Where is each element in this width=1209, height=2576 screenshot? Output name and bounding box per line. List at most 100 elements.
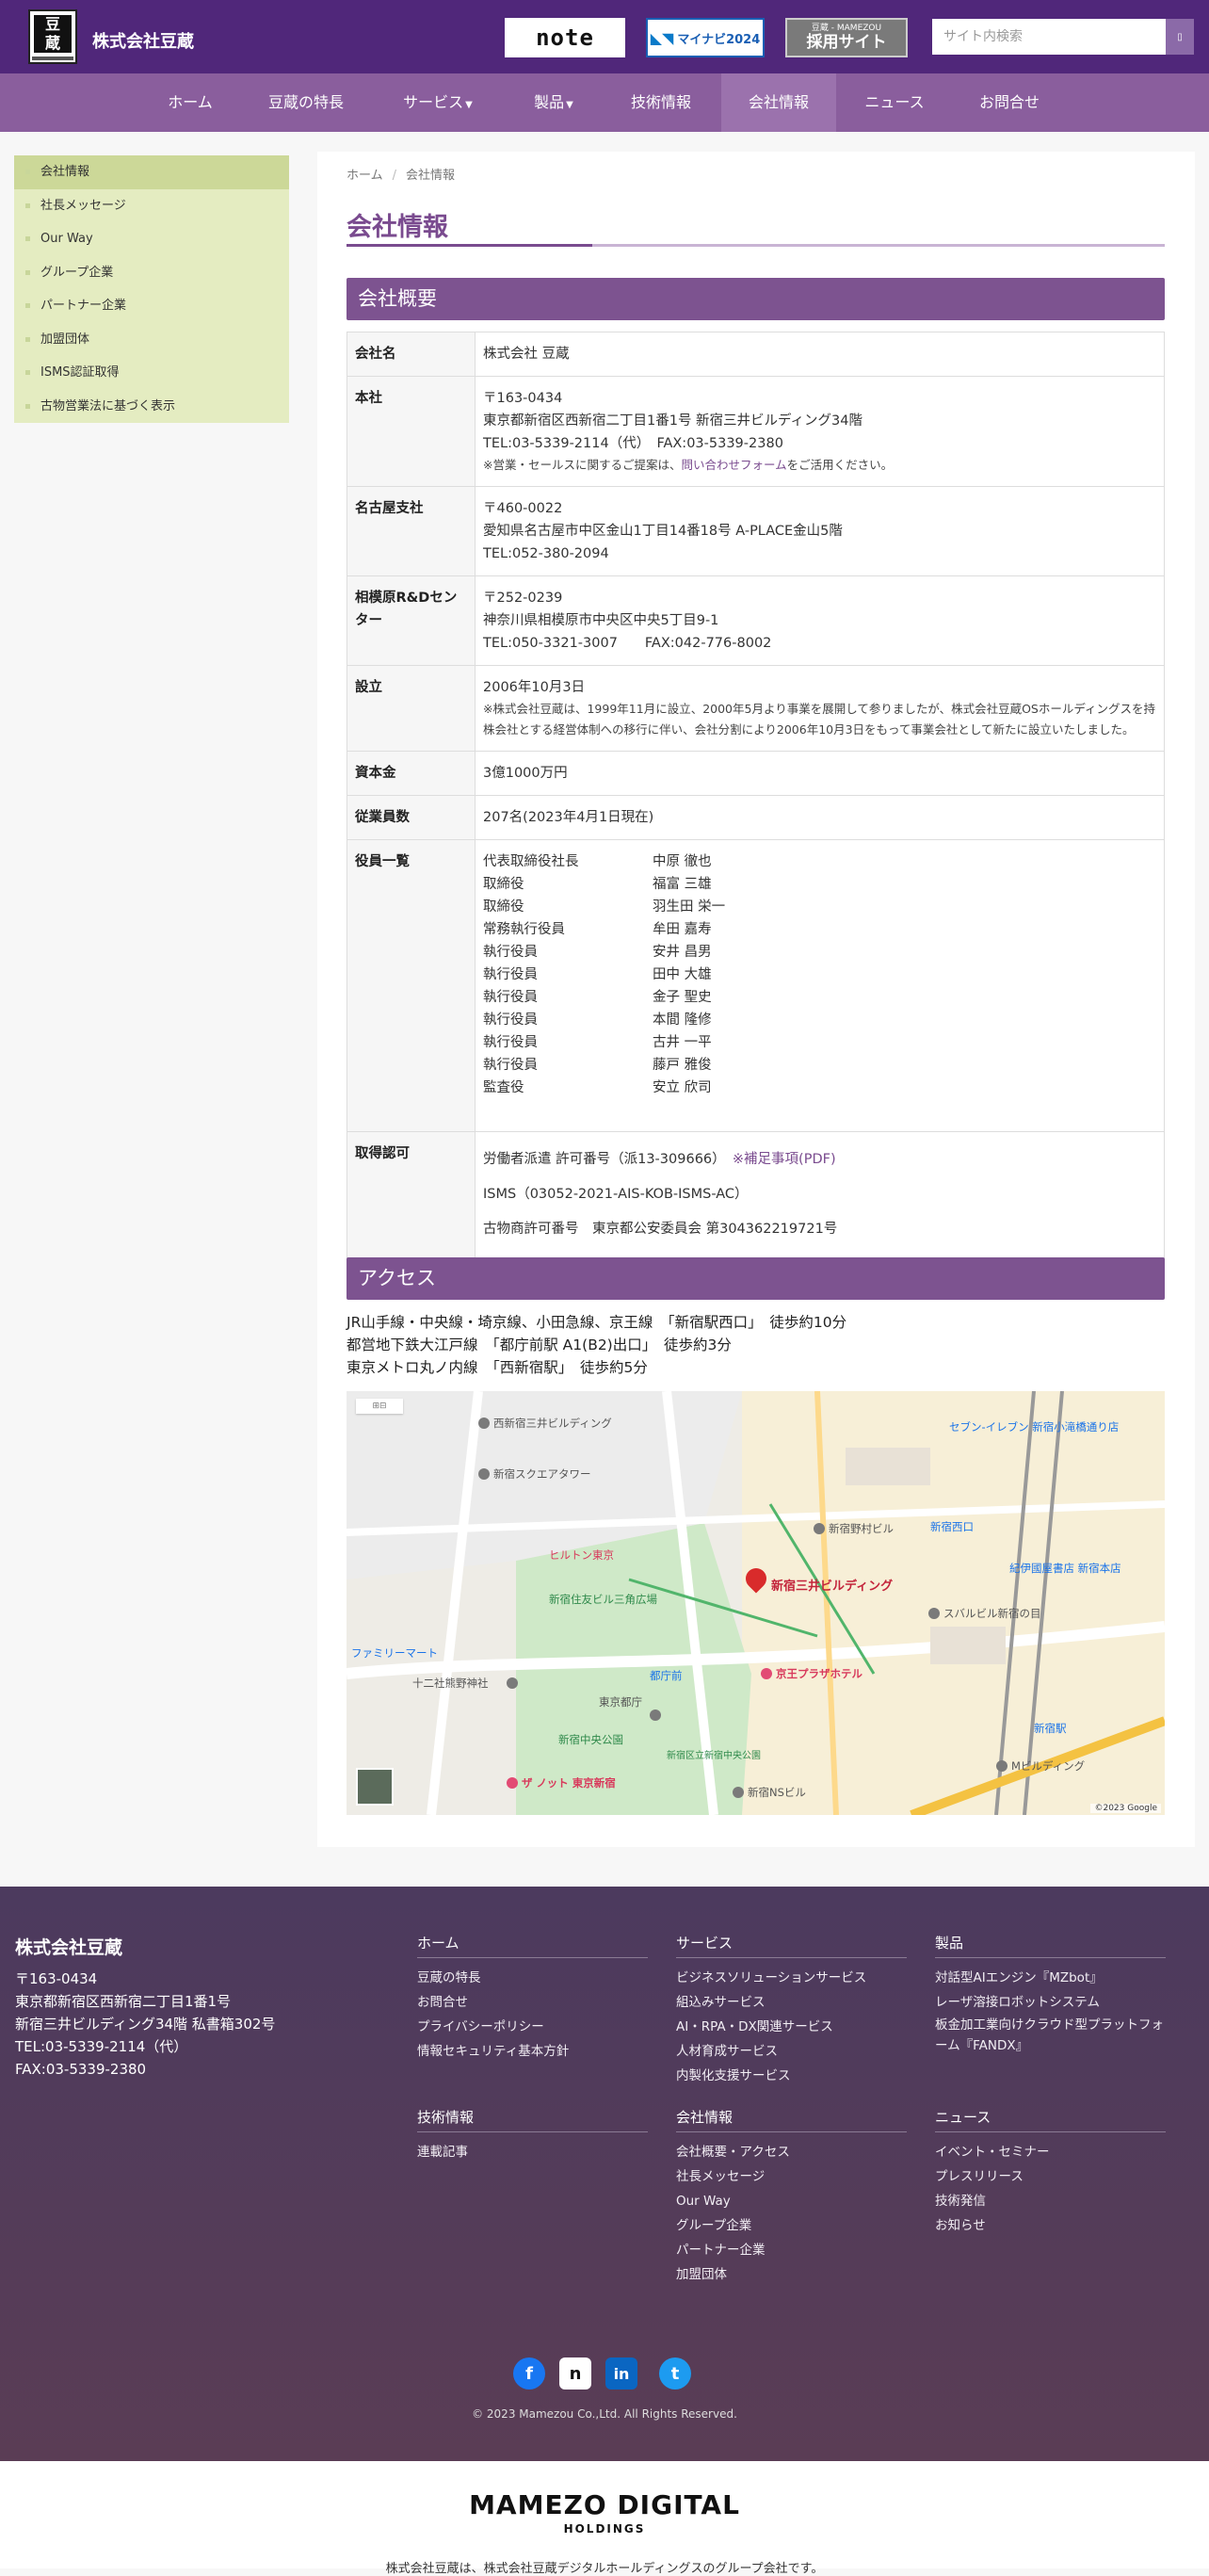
nav-tech[interactable]: 技術情報 (614, 73, 708, 132)
footer-link[interactable]: 社長メッセージ (676, 2164, 907, 2189)
map-poi-icon (928, 1608, 940, 1619)
company-logo[interactable]: 豆蔵 (28, 9, 77, 64)
officer-role: 取締役 (483, 877, 524, 892)
sidebar-item-company[interactable]: 会社情報 (14, 155, 289, 189)
footer-address-line: FAX:03-5339-2380 (15, 2061, 147, 2078)
nav-news[interactable]: ニュース (847, 73, 942, 132)
footer-link[interactable]: プライバシーポリシー (417, 2015, 648, 2039)
footer-col-head[interactable]: 技術情報 (417, 2107, 648, 2132)
footer-link[interactable]: ビジネスソリューションサービス (676, 1966, 907, 1990)
nav-contact[interactable]: お問合せ (962, 73, 1056, 132)
footer-link[interactable]: グループ企業 (676, 2213, 907, 2238)
header-company-name[interactable]: 株式会社豆蔵 (92, 28, 194, 53)
officer-name: 金子 聖史 (653, 990, 712, 1005)
footer-link[interactable]: 技術発信 (935, 2189, 1166, 2213)
google-map[interactable]: ⊞⊟ 新宿三井ビルディング 西新宿三井ビルディング 新宿スクエアタワー ヒルトン… (347, 1391, 1165, 1815)
map-satellite-toggle[interactable] (356, 1768, 394, 1806)
footer-link[interactable]: お知らせ (935, 2213, 1166, 2238)
title-underline (347, 244, 1165, 247)
footer-col-head[interactable]: 製品 (935, 1933, 1166, 1958)
footer-link[interactable]: AI・RPA・DX関連サービス (676, 2015, 907, 2039)
footer-link[interactable]: イベント・セミナー (935, 2140, 1166, 2164)
footer-link[interactable]: 情報セキュリティ基本方針 (417, 2039, 648, 2064)
footer-link[interactable]: 連載記事 (417, 2140, 648, 2164)
site-search-input[interactable] (932, 19, 1166, 55)
recruit-site-button[interactable]: 豆蔵 - MAMEZOU 採用サイト (785, 18, 908, 57)
footer-link[interactable]: お問合せ (417, 1990, 648, 2015)
footer-link[interactable]: 豆蔵の特長 (417, 1966, 648, 1990)
search-icon: ▯ (1177, 31, 1183, 42)
nav-company[interactable]: 会社情報 (721, 73, 836, 132)
footer-company-name: 株式会社豆蔵 (15, 1937, 123, 1958)
footer-link[interactable]: 加盟団体 (676, 2262, 907, 2287)
footer-link[interactable]: 人材育成サービス (676, 2039, 907, 2064)
row-value: 〒252-0239 神奈川県相模原市中央区中央5丁目9-1 TEL:050-33… (475, 575, 1165, 666)
footer-link[interactable]: Our Way (676, 2189, 907, 2213)
footer-link[interactable]: 内製化支援サービス (676, 2064, 907, 2088)
map-zoom-control[interactable]: ⊞⊟ (356, 1399, 403, 1414)
logo-footer-bar (32, 57, 73, 60)
footer-link[interactable]: 板金加工業向けクラウド型プラットフォーム『FANDX』 (935, 2015, 1166, 2056)
map-poi-icon (650, 1709, 661, 1721)
officer-role: 代表取締役社長 (483, 854, 579, 869)
sidebar-item-our-way[interactable]: Our Way (14, 222, 289, 256)
footer-link[interactable]: 組込みサービス (676, 1990, 907, 2015)
officer-list: 代表取締役社長 中原 徹也 取締役 福富 三雄 取締役 羽生田 栄一 常務執行役員 牟田… (483, 851, 1156, 1099)
hq-zip: 〒163-0434 (483, 391, 563, 406)
supplement-pdf-link[interactable]: ※補足事項(PDF) (733, 1152, 836, 1167)
row-value: 株式会社 豆蔵 (475, 332, 1165, 377)
holdings-logo[interactable]: MAMEZO DIGITAL (0, 2489, 1209, 2520)
footer-col-head[interactable]: サービス (676, 1933, 907, 1958)
row-label: 会社名 (347, 332, 476, 377)
mynavi-link-button[interactable]: ◣◥ マイナビ2024 (646, 18, 765, 57)
footer: 株式会社豆蔵 〒163-0434 東京都新宿区西新宿二丁目1番1号 新宿三井ビル… (0, 1887, 1209, 2461)
sidebar-item-group[interactable]: グループ企業 (14, 256, 289, 290)
officer-role: 執行役員 (483, 1058, 538, 1073)
sidebar-item-organizations[interactable]: 加盟団体 (14, 323, 289, 357)
footer-link[interactable]: プレスリリース (935, 2164, 1166, 2189)
facebook-icon[interactable]: f (513, 2357, 545, 2390)
mynavi-icon: ◣◥ (650, 28, 674, 47)
search-submit-button[interactable]: ▯ (1166, 19, 1194, 55)
nav-label: 豆蔵の特長 (267, 93, 344, 111)
footer-link[interactable]: レーザ溶接ロボットシステム (935, 1990, 1166, 2015)
logo-text: 豆蔵 (44, 15, 60, 52)
officer-role: 執行役員 (483, 967, 538, 982)
footer-link[interactable]: 対話型AIエンジン『MZbot』 (935, 1966, 1166, 1990)
nav-products[interactable]: 製品 ▼ (516, 73, 591, 132)
est-note: ※株式会社豆蔵は、1999年11月に設立、2000年5月より事業を展開して参りま… (483, 702, 1155, 737)
sagami-zip: 〒252-0239 (483, 591, 563, 606)
linkedin-icon[interactable]: in (605, 2357, 637, 2390)
footer-link[interactable]: パートナー企業 (676, 2238, 907, 2262)
footer-col-head[interactable]: 会社情報 (676, 2107, 907, 2132)
note-link-button[interactable]: note (505, 18, 625, 57)
officer-role: 常務執行役員 (483, 922, 565, 937)
note-icon[interactable]: n (559, 2357, 591, 2390)
footer-address-line: 新宿三井ビルディング34階 私書箱302号 (15, 2016, 276, 2033)
nagoya-tel: TEL:052-380-2094 (483, 546, 609, 561)
nav-services[interactable]: サービス ▼ (386, 73, 490, 132)
cert-antique: 古物商許可番号 東京都公安委員会 第304362219721号 (483, 1222, 838, 1237)
sidebar-item-antique-law[interactable]: 古物営業法に基づく表示 (14, 390, 289, 424)
breadcrumb-home[interactable]: ホーム (347, 169, 383, 183)
row-value: 3億1000万円 (475, 751, 1165, 796)
hq-note: ※営業・セールスに関するご提案は、問い合わせフォームをご活用ください。 (483, 455, 1156, 476)
sidebar-item-message[interactable]: 社長メッセージ (14, 189, 289, 223)
sidebar-item-isms[interactable]: ISMS認証取得 (14, 356, 289, 390)
footer-col-product: 製品 対話型AIエンジン『MZbot』 レーザ溶接ロボットシステム 板金加工業向… (935, 1933, 1166, 2056)
officer-role: 執行役員 (483, 945, 538, 960)
nav-features[interactable]: 豆蔵の特長 (253, 73, 359, 132)
company-info-table: 会社名 株式会社 豆蔵 本社 〒163-0434 東京都新宿区西新宿二丁目1番1… (347, 332, 1165, 1258)
row-label: 取得認可 (347, 1131, 476, 1258)
row-value: 代表取締役社長 中原 徹也 取締役 福富 三雄 取締役 羽生田 栄一 常務執行役員 牟田… (475, 839, 1165, 1132)
twitter-icon[interactable]: t (659, 2357, 691, 2390)
footer-link[interactable]: 会社概要・アクセス (676, 2140, 907, 2164)
nagoya-address: 愛知県名古屋市中区金山1丁目14番18号 A-PLACE金山5階 (483, 524, 843, 539)
officer-name: 安立 欣司 (653, 1080, 712, 1095)
footer-col-head[interactable]: ニュース (935, 2107, 1166, 2132)
nav-home[interactable]: ホーム (146, 73, 234, 132)
footer-col-head[interactable]: ホーム (417, 1933, 648, 1958)
contact-form-link[interactable]: 問い合わせフォーム (681, 458, 786, 472)
sidebar-item-partners[interactable]: パートナー企業 (14, 289, 289, 323)
map-poi-icon (507, 1777, 518, 1789)
